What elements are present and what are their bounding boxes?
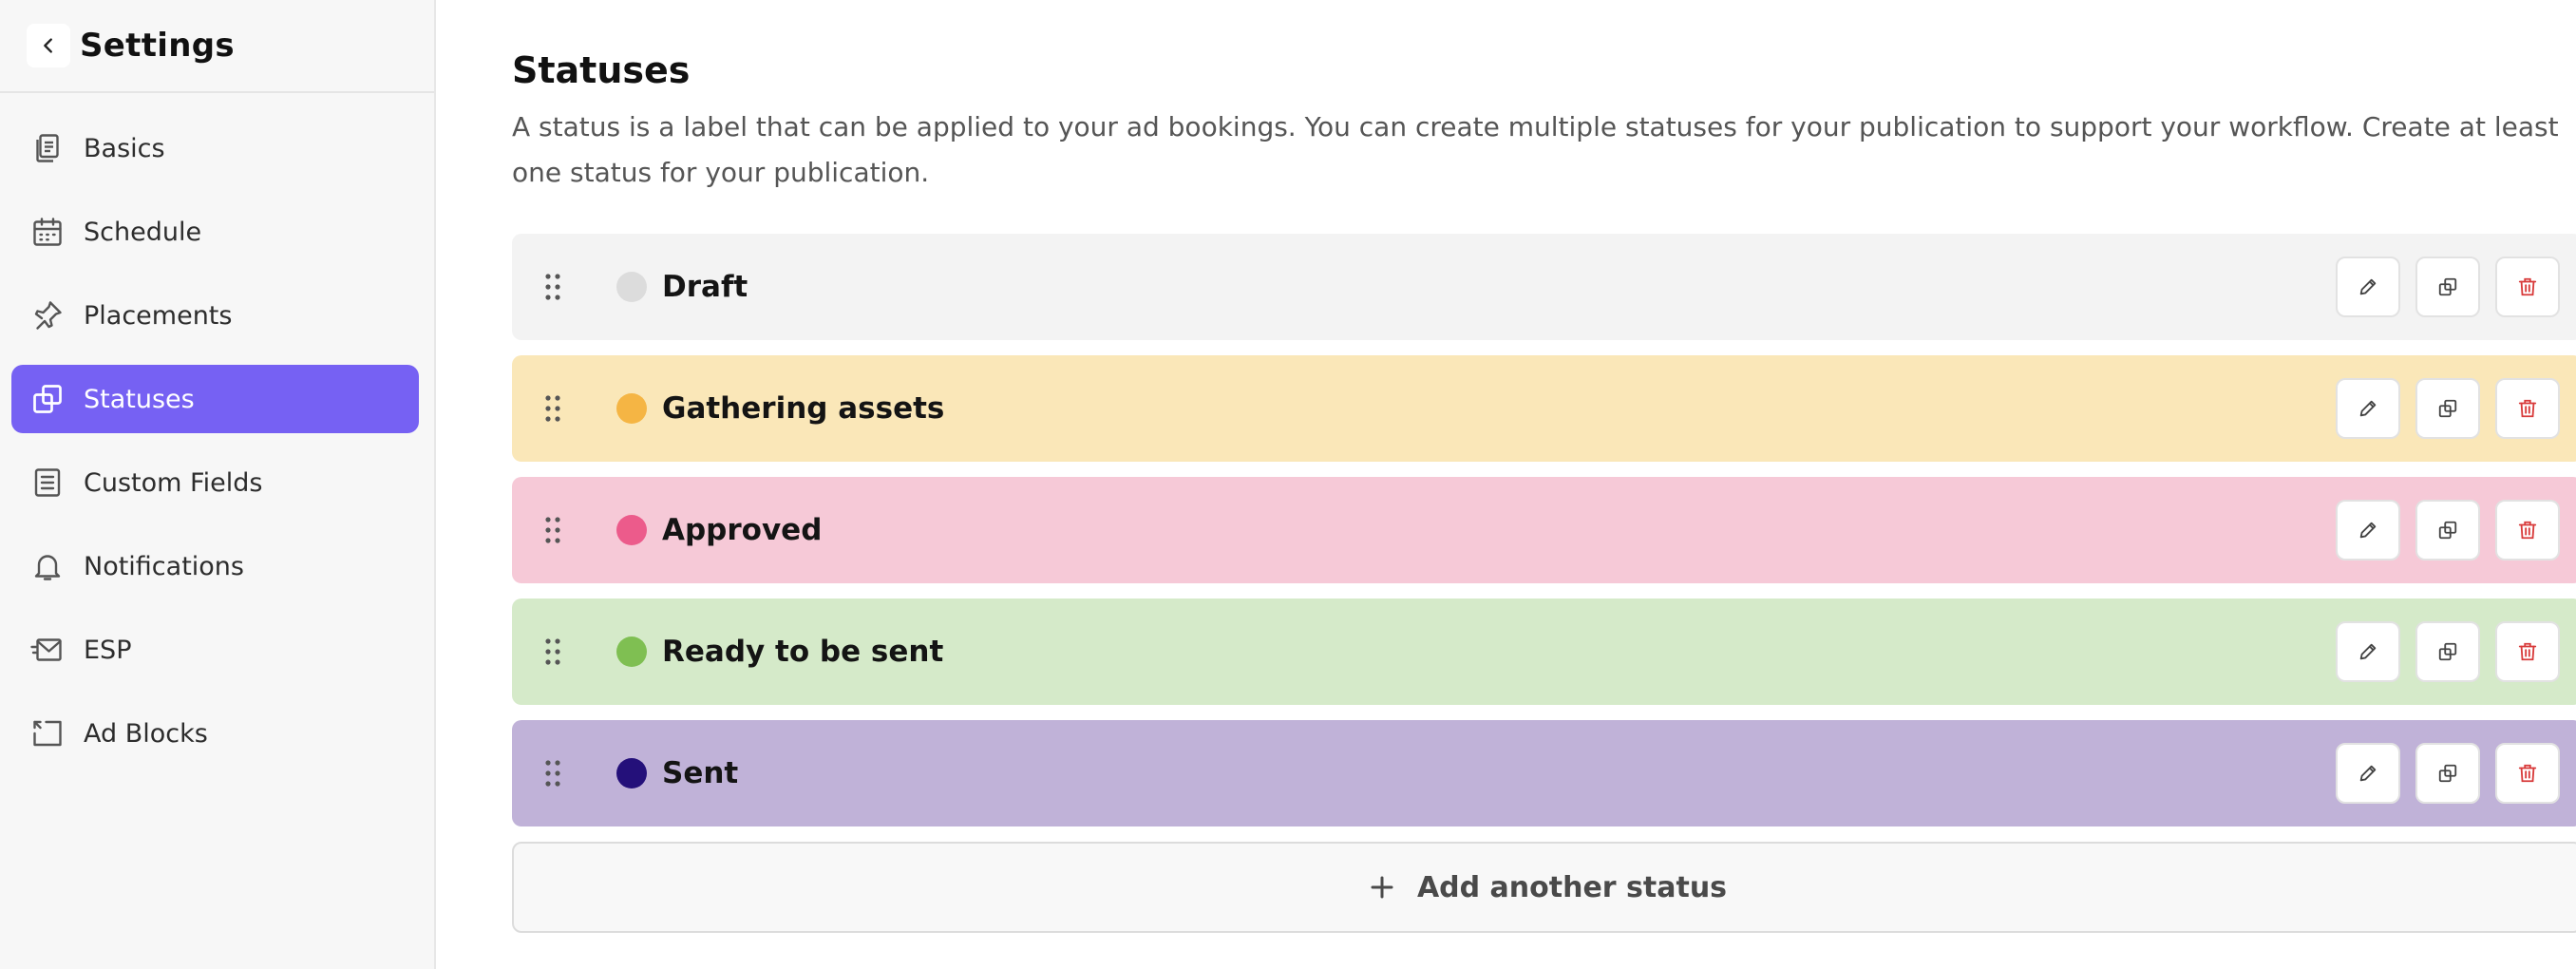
status-row: Draft — [512, 234, 2576, 340]
status-actions — [2336, 256, 2560, 317]
copy-icon — [2438, 277, 2457, 296]
delete-button[interactable] — [2495, 743, 2560, 804]
sidebar-nav: Basics Schedule Placements Statuses Cust… — [0, 93, 434, 768]
copy-icon — [2438, 399, 2457, 418]
back-button[interactable] — [27, 24, 70, 67]
chevron-left-icon — [44, 38, 52, 53]
status-color-dot — [616, 758, 647, 788]
sidebar-item-label: ESP — [84, 635, 132, 665]
status-row: Sent — [512, 720, 2576, 826]
sidebar-item-esp[interactable]: ESP — [11, 616, 419, 684]
copy-icon — [2438, 642, 2457, 661]
drag-handle-icon[interactable] — [539, 390, 567, 428]
sidebar-header: Settings — [0, 0, 434, 93]
sidebar-item-label: Placements — [84, 300, 233, 331]
status-row: Ready to be sent — [512, 598, 2576, 705]
status-row: Gathering assets — [512, 355, 2576, 462]
status-list: Draft Gathering assets Approved Ready to… — [512, 234, 2576, 826]
status-name: Ready to be sent — [662, 635, 944, 669]
duplicate-button[interactable] — [2415, 256, 2480, 317]
add-status-label: Add another status — [1416, 870, 1728, 904]
pencil-icon — [2359, 278, 2377, 295]
edit-button[interactable] — [2336, 743, 2400, 804]
edit-button[interactable] — [2336, 256, 2400, 317]
delete-button[interactable] — [2495, 621, 2560, 682]
trash-icon — [2518, 277, 2537, 296]
duplicate-button[interactable] — [2415, 743, 2480, 804]
pencil-icon — [2359, 643, 2377, 660]
sidebar-item-schedule[interactable]: Schedule — [11, 198, 419, 266]
status-color-dot — [616, 272, 647, 302]
form-icon — [28, 464, 66, 502]
sidebar-item-ad-blocks[interactable]: Ad Blocks — [11, 699, 419, 768]
pin-icon — [28, 296, 66, 334]
sidebar-title: Settings — [80, 27, 235, 65]
sidebar-item-label: Basics — [84, 133, 165, 163]
sidebar-item-notifications[interactable]: Notifications — [11, 532, 419, 600]
status-actions — [2336, 378, 2560, 439]
status-row: Approved — [512, 477, 2576, 583]
drag-handle-icon[interactable] — [539, 511, 567, 549]
status-actions — [2336, 743, 2560, 804]
sidebar-item-label: Notifications — [84, 551, 244, 581]
sidebar-item-label: Custom Fields — [84, 467, 263, 498]
drag-handle-icon[interactable] — [539, 633, 567, 671]
status-name: Draft — [662, 270, 748, 304]
pencil-icon — [2359, 522, 2377, 539]
status-actions — [2336, 500, 2560, 560]
trash-icon — [2518, 764, 2537, 783]
sidebar-item-label: Statuses — [84, 384, 195, 414]
sidebar-item-label: Schedule — [84, 217, 202, 247]
edit-button[interactable] — [2336, 378, 2400, 439]
bell-icon — [28, 547, 66, 585]
sidebar-item-label: Ad Blocks — [84, 718, 208, 749]
delete-button[interactable] — [2495, 256, 2560, 317]
page-description: A status is a label that can be applied … — [512, 111, 2559, 188]
sidebar-item-basics[interactable]: Basics — [11, 114, 419, 182]
delete-button[interactable] — [2495, 500, 2560, 560]
edit-button[interactable] — [2336, 500, 2400, 560]
pencil-icon — [2359, 400, 2377, 417]
copy-icon — [2438, 521, 2457, 540]
ad-block-icon — [28, 714, 66, 752]
status-color-dot — [616, 393, 647, 424]
copy-icon — [2438, 764, 2457, 783]
add-status-button[interactable]: Add another status — [512, 842, 2576, 933]
trash-icon — [2518, 642, 2537, 661]
status-color-dot — [616, 636, 647, 667]
delete-button[interactable] — [2495, 378, 2560, 439]
sidebar: Settings Basics Schedule Placements Stat… — [0, 0, 436, 969]
trash-icon — [2518, 521, 2537, 540]
copy-icon — [28, 380, 66, 418]
status-name: Approved — [662, 513, 823, 547]
status-name: Gathering assets — [662, 391, 945, 426]
drag-handle-icon[interactable] — [539, 268, 567, 306]
pencil-icon — [2359, 765, 2377, 782]
status-actions — [2336, 621, 2560, 682]
sidebar-item-custom-fields[interactable]: Custom Fields — [11, 448, 419, 517]
calendar-icon — [28, 213, 66, 251]
mail-icon — [28, 631, 66, 669]
status-name: Sent — [662, 756, 739, 790]
duplicate-button[interactable] — [2415, 378, 2480, 439]
drag-handle-icon[interactable] — [539, 754, 567, 792]
document-copy-icon — [28, 129, 66, 167]
page-title: Statuses — [512, 49, 691, 91]
duplicate-button[interactable] — [2415, 621, 2480, 682]
duplicate-button[interactable] — [2415, 500, 2480, 560]
plus-icon — [1368, 873, 1396, 902]
status-color-dot — [616, 515, 647, 545]
main-content: Statuses A status is a label that can be… — [436, 0, 2576, 969]
settings-app: Settings Basics Schedule Placements Stat… — [0, 0, 2576, 969]
sidebar-item-placements[interactable]: Placements — [11, 281, 419, 350]
sidebar-item-statuses[interactable]: Statuses — [11, 365, 419, 433]
edit-button[interactable] — [2336, 621, 2400, 682]
trash-icon — [2518, 399, 2537, 418]
